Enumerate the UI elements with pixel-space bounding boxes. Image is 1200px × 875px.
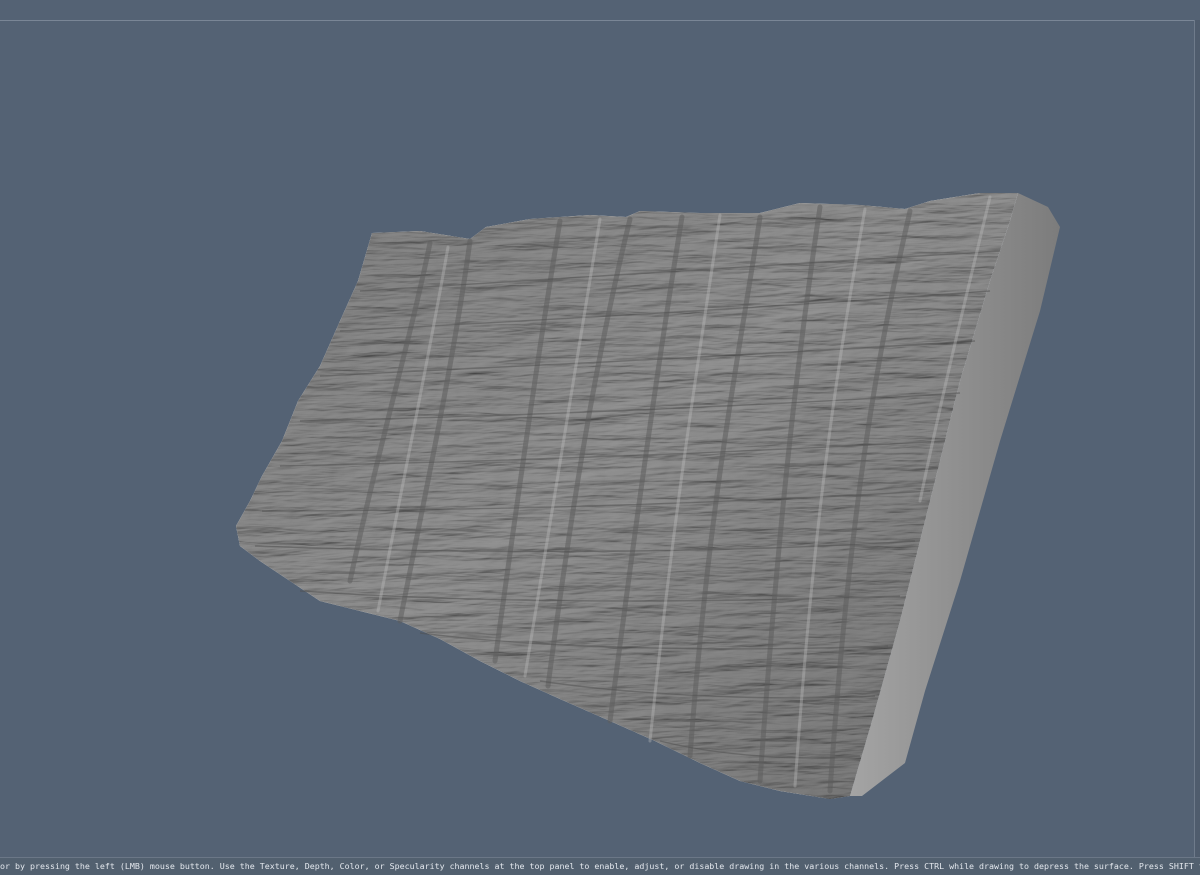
sculpt-app-window: or by pressing the left (LMB) mouse butt… <box>0 0 1200 875</box>
status-hint-text: or by pressing the left (LMB) mouse butt… <box>0 861 1200 871</box>
top-panel-edge <box>0 0 1200 21</box>
right-panel-edge <box>1194 20 1200 858</box>
viewport-canvas[interactable] <box>0 21 1194 858</box>
3d-viewport[interactable] <box>0 21 1194 858</box>
status-bar: or by pressing the left (LMB) mouse butt… <box>0 857 1200 875</box>
